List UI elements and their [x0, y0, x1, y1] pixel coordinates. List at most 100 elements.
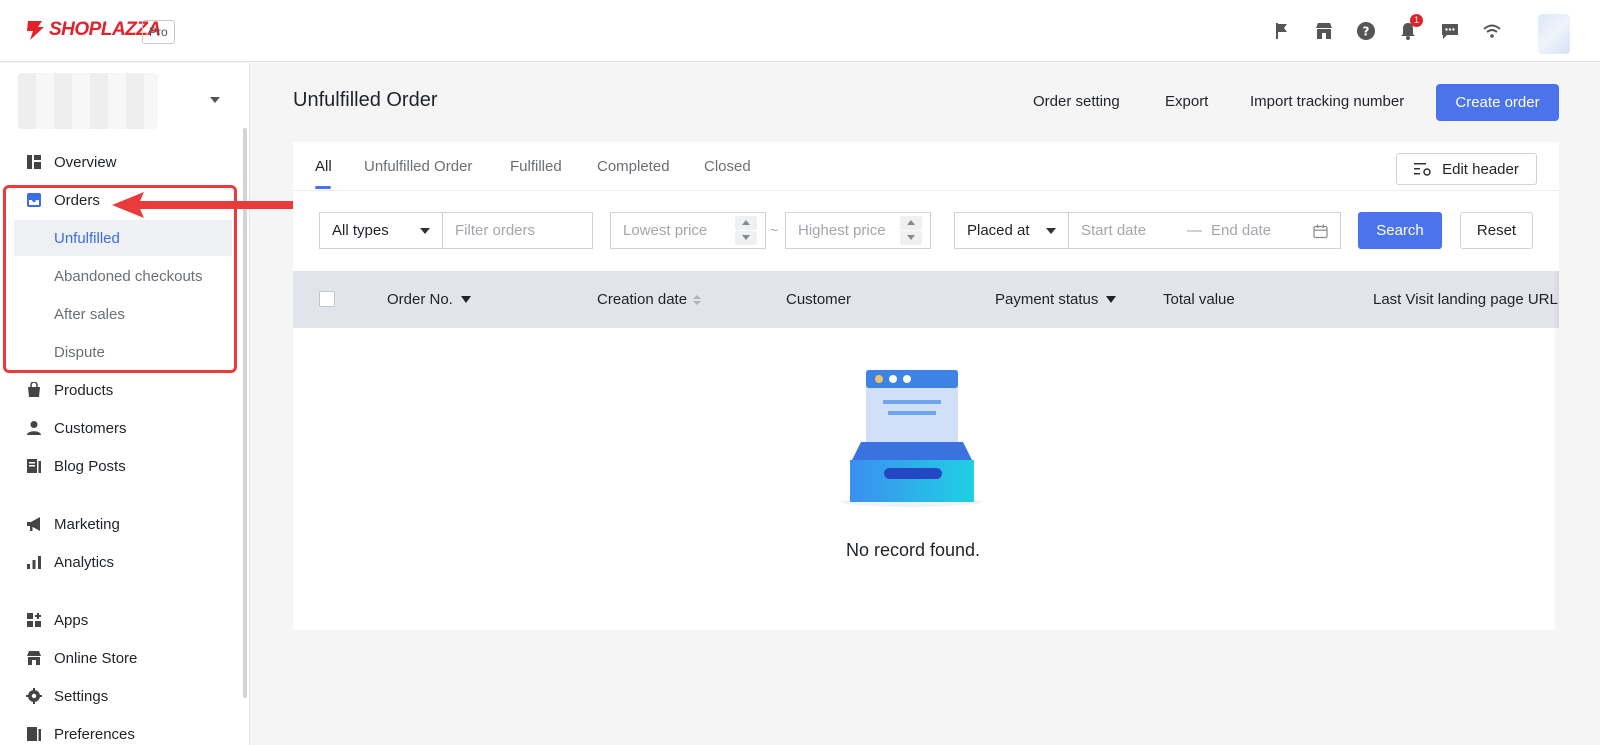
page-title: Unfulfilled Order [293, 89, 438, 111]
sidebar-item-preferences[interactable]: Preferences [0, 716, 240, 745]
shoplazza-logo[interactable]: SHOPLAZZA [24, 18, 161, 42]
column-order-no[interactable]: Order No. [387, 291, 471, 308]
apps-icon [27, 613, 41, 627]
price-stepper[interactable] [735, 216, 757, 245]
lowest-price-placeholder: Lowest price [623, 222, 708, 239]
type-select[interactable]: All types [319, 212, 443, 249]
date-range-picker[interactable]: Start date — End date [1068, 212, 1341, 249]
column-payment-status[interactable]: Payment status [995, 291, 1117, 308]
column-creation-date[interactable]: Creation date [597, 291, 702, 308]
sidebar-item-label: Overview [54, 153, 117, 171]
create-order-button[interactable]: Create order [1436, 84, 1559, 121]
active-tab-indicator [315, 186, 331, 189]
sidebar-item-settings[interactable]: Settings [0, 678, 240, 714]
sidebar-item-label: Preferences [54, 725, 135, 743]
settings-list-icon [1414, 163, 1431, 176]
sort-down-icon[interactable] [460, 296, 471, 303]
chevron-down-icon [1046, 228, 1056, 234]
bag-icon [28, 382, 40, 397]
edit-header-button[interactable]: Edit header [1396, 153, 1537, 185]
tab-fulfilled[interactable]: Fulfilled [510, 158, 562, 175]
sidebar-item-apps[interactable]: Apps [0, 602, 240, 638]
top-icons: ? 1 [1270, 14, 1504, 43]
column-label: Total value [1163, 291, 1235, 308]
calendar-icon [1313, 224, 1328, 239]
bar-chart-icon [27, 556, 41, 569]
message-icon[interactable] [1438, 19, 1462, 43]
tab-completed[interactable]: Completed [597, 158, 670, 175]
store-icon[interactable] [1312, 19, 1336, 43]
type-select-value: All types [332, 222, 389, 239]
price-stepper[interactable] [900, 216, 922, 245]
person-icon [27, 421, 41, 435]
wifi-icon[interactable] [1480, 19, 1504, 43]
sidebar-item-label: Online Store [54, 649, 138, 667]
column-label: Last Visit landing page URL [1373, 291, 1558, 308]
table-header: Order No. Creation date Customer Payment… [293, 271, 1559, 328]
empty-state-message: No record found. [845, 540, 981, 560]
sidebar-item-customers[interactable]: Customers [0, 410, 240, 446]
price-range-separator: ~ [770, 222, 779, 238]
select-all-checkbox[interactable] [319, 291, 335, 307]
sidebar: Overview Orders Unfulfilled Abandoned ch… [0, 63, 250, 745]
plan-badge: Pro [142, 20, 175, 44]
sidebar-item-marketing[interactable]: Marketing [0, 506, 240, 542]
empty-box-illustration [842, 370, 982, 507]
import-tracking-button[interactable]: Import tracking number [1250, 93, 1404, 110]
order-setting-button[interactable]: Order setting [1033, 93, 1120, 110]
sidebar-item-online-store[interactable]: Online Store [0, 640, 240, 676]
sort-icon[interactable] [693, 294, 702, 305]
column-total-value: Total value [1163, 291, 1235, 308]
tab-all[interactable]: All [315, 158, 332, 175]
sidebar-item-blog-posts[interactable]: Blog Posts [0, 448, 240, 484]
dashboard-icon [27, 155, 41, 169]
edit-header-label: Edit header [1442, 160, 1519, 178]
reset-button[interactable]: Reset [1460, 212, 1533, 249]
export-button[interactable]: Export [1165, 93, 1208, 110]
gear-icon [26, 688, 42, 704]
filter-orders-input[interactable]: Filter orders [442, 212, 593, 249]
highest-price-input[interactable]: Highest price [785, 212, 931, 249]
sidebar-item-label: Products [54, 381, 114, 399]
column-label: Order No. [387, 291, 453, 308]
search-button[interactable]: Search [1358, 212, 1442, 249]
sidebar-item-overview[interactable]: Overview [0, 144, 240, 180]
chevron-down-icon[interactable] [210, 97, 220, 103]
order-tabs: All Unfulfilled Order Fulfilled Complete… [293, 142, 1559, 191]
top-bar: SHOPLAZZA Pro ? 1 [0, 0, 1600, 62]
logo-icon [27, 21, 44, 40]
column-landing-page-url: Last Visit landing page URL [1373, 291, 1559, 308]
filter-down-icon[interactable] [1106, 296, 1117, 303]
store-icon [27, 651, 41, 665]
svg-text:?: ? [1363, 25, 1370, 39]
lowest-price-input[interactable]: Lowest price [610, 212, 766, 249]
tab-closed[interactable]: Closed [704, 158, 751, 175]
bell-icon[interactable]: 1 [1396, 14, 1423, 43]
sidebar-item-products[interactable]: Products [0, 372, 240, 408]
table-scroll-shadow [1553, 271, 1559, 630]
notification-count: 1 [1410, 14, 1423, 27]
flag-icon[interactable] [1270, 19, 1294, 43]
sidebar-item-label: Apps [54, 611, 89, 629]
orders-card: All Unfulfilled Order Fulfilled Complete… [293, 142, 1559, 630]
highest-price-placeholder: Highest price [798, 222, 886, 239]
tab-unfulfilled-order[interactable]: Unfulfilled Order [364, 158, 472, 175]
megaphone-icon [27, 517, 40, 531]
sidebar-item-label: Customers [54, 419, 127, 437]
chevron-down-icon [420, 228, 430, 234]
document-icon [27, 727, 41, 741]
column-customer: Customer [786, 291, 851, 308]
date-field-value: Placed at [967, 222, 1030, 239]
document-icon [27, 459, 41, 473]
sidebar-item-analytics[interactable]: Analytics [0, 544, 240, 580]
sidebar-item-label: Blog Posts [54, 457, 126, 475]
sidebar-item-label: Analytics [54, 553, 115, 571]
avatar[interactable] [1538, 14, 1570, 54]
column-label: Customer [786, 291, 852, 308]
help-icon[interactable]: ? [1354, 19, 1378, 43]
date-field-select[interactable]: Placed at [954, 212, 1069, 249]
store-switcher[interactable] [18, 73, 158, 129]
date-range-separator: — [1187, 222, 1202, 239]
sidebar-item-label: Marketing [54, 515, 120, 533]
column-label: Creation date [597, 291, 688, 308]
